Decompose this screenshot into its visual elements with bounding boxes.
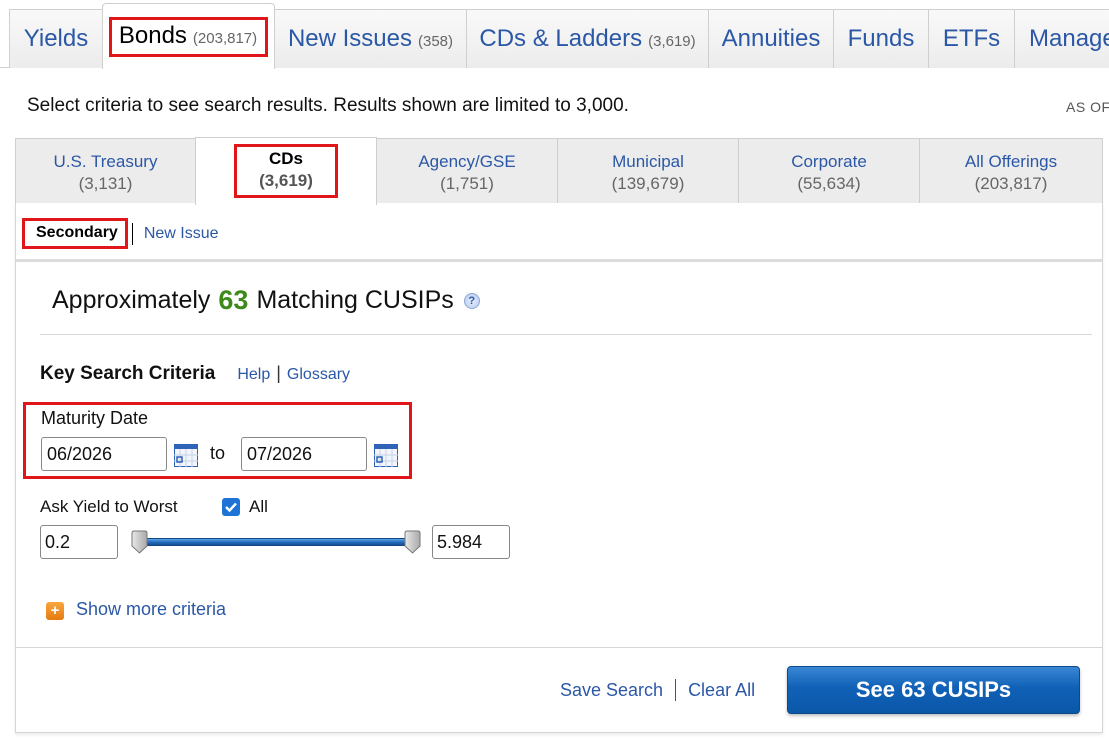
- all-yield-checkbox[interactable]: [222, 498, 240, 516]
- calendar-icon[interactable]: [374, 444, 398, 467]
- tab-bonds[interactable]: Bonds (203,817): [102, 3, 275, 69]
- tab-label: Funds: [847, 25, 915, 52]
- matching-suffix: Matching CUSIPs: [256, 286, 454, 314]
- checkmark-icon: [225, 502, 237, 513]
- matching-count: 63: [218, 285, 249, 315]
- divider: [131, 222, 133, 245]
- slider-handle-min[interactable]: [131, 530, 148, 554]
- link-separator: [675, 679, 677, 701]
- tab-label: New Issues: [287, 25, 412, 52]
- help-link[interactable]: Help: [237, 366, 270, 384]
- maturity-date-label: Maturity Date: [41, 408, 149, 428]
- maturity-to-input[interactable]: [241, 437, 367, 471]
- subtab-count: (203,817): [974, 174, 1048, 193]
- show-more-criteria[interactable]: + Show more criteria: [46, 599, 226, 620]
- divider: [40, 334, 1092, 335]
- tab-count: (3,619): [648, 33, 696, 50]
- subtab-cds[interactable]: CDs (3,619): [195, 137, 377, 205]
- tab-annuities[interactable]: Annuities: [708, 9, 834, 68]
- tab-yields[interactable]: Yields: [9, 9, 103, 68]
- subtab-label: CDs: [268, 149, 303, 168]
- calendar-icon[interactable]: [174, 444, 198, 467]
- new-issue-link[interactable]: New Issue: [144, 225, 219, 243]
- key-criteria-title: Key Search Criteria: [40, 363, 216, 384]
- tab-cds-ladders[interactable]: CDs & Ladders (3,619): [466, 9, 709, 68]
- subtab-label: Corporate: [791, 152, 867, 171]
- glossary-link[interactable]: Glossary: [287, 366, 350, 384]
- issue-type-toggle: Secondary New Issue: [22, 218, 219, 249]
- tab-manage[interactable]: Manage: [1014, 9, 1109, 68]
- bond-type-tabs: U.S. Treasury (3,131) CDs (3,619) Agency…: [15, 137, 1103, 205]
- subtab-count: (55,634): [797, 174, 861, 193]
- subtab-corporate[interactable]: Corporate (55,634): [738, 138, 920, 204]
- subtab-cds-highlight: CDs (3,619): [234, 144, 338, 198]
- to-label: to: [210, 443, 226, 463]
- show-more-label: Show more criteria: [76, 599, 227, 619]
- tab-new-issues[interactable]: New Issues (358): [274, 9, 467, 68]
- see-cusips-button[interactable]: See 63 CUSIPs: [787, 666, 1080, 714]
- tab-label: Yields: [23, 25, 89, 52]
- subtab-municipal[interactable]: Municipal (139,679): [557, 138, 739, 204]
- subtab-label: U.S. Treasury: [53, 152, 158, 171]
- key-search-criteria-header: Key Search Criteria Help | Glossary: [40, 363, 350, 385]
- subtab-label: Municipal: [612, 152, 684, 171]
- top-nav-tabs: Yields Bonds (203,817) New Issues (358) …: [0, 0, 1109, 69]
- tab-count: (203,817): [192, 29, 258, 47]
- save-search-link[interactable]: Save Search: [560, 680, 663, 701]
- tab-bonds-highlight: Bonds (203,817): [108, 16, 269, 57]
- tab-label: Annuities: [721, 25, 821, 52]
- section-divider: [16, 259, 1102, 262]
- criteria-note: Select criteria to see search results. R…: [27, 95, 629, 116]
- subtab-agency-gse[interactable]: Agency/GSE (1,751): [376, 138, 558, 204]
- maturity-date-group: Maturity Date to: [23, 402, 412, 479]
- all-label: All: [249, 497, 268, 516]
- yield-min-input[interactable]: [40, 525, 118, 559]
- subtab-all-offerings[interactable]: All Offerings (203,817): [919, 138, 1103, 204]
- tab-label: Manage: [1029, 25, 1109, 52]
- subtab-label: Agency/GSE: [418, 152, 516, 171]
- slider-handle-max[interactable]: [404, 530, 421, 554]
- clear-all-link[interactable]: Clear All: [688, 680, 755, 701]
- matching-prefix: Approximately: [52, 286, 211, 314]
- footer-divider: [16, 647, 1102, 648]
- ask-yield-label: Ask Yield to Worst: [40, 497, 178, 516]
- as-of-label: AS OF: [1066, 99, 1109, 115]
- yield-range-slider[interactable]: [131, 530, 421, 556]
- subtab-label: All Offerings: [964, 152, 1058, 171]
- tab-etfs[interactable]: ETFs: [928, 9, 1015, 68]
- subtab-count: (1,751): [440, 174, 494, 193]
- tab-count: (358): [418, 33, 454, 50]
- subtab-count: (139,679): [611, 174, 685, 193]
- slider-track: [139, 538, 413, 546]
- secondary-option[interactable]: Secondary: [22, 218, 128, 249]
- subtab-count: (3,131): [78, 174, 133, 193]
- tab-label: CDs & Ladders: [479, 25, 643, 52]
- tab-label: Bonds: [118, 21, 187, 49]
- matching-count-heading: Approximately 63 Matching CUSIPs ?: [52, 285, 480, 316]
- footer-links: Save Search Clear All: [560, 679, 755, 701]
- search-panel: Secondary New Issue Approximately 63 Mat…: [15, 203, 1103, 733]
- yield-max-input[interactable]: [432, 525, 510, 559]
- tab-funds[interactable]: Funds: [833, 9, 929, 68]
- help-icon[interactable]: ?: [463, 292, 480, 309]
- subtab-us-treasury[interactable]: U.S. Treasury (3,131): [15, 138, 196, 204]
- subtab-count: (3,619): [259, 171, 313, 190]
- plus-icon: +: [46, 601, 64, 620]
- maturity-from-input[interactable]: [41, 437, 167, 471]
- link-separator: |: [276, 363, 281, 383]
- tab-label: ETFs: [942, 25, 1001, 52]
